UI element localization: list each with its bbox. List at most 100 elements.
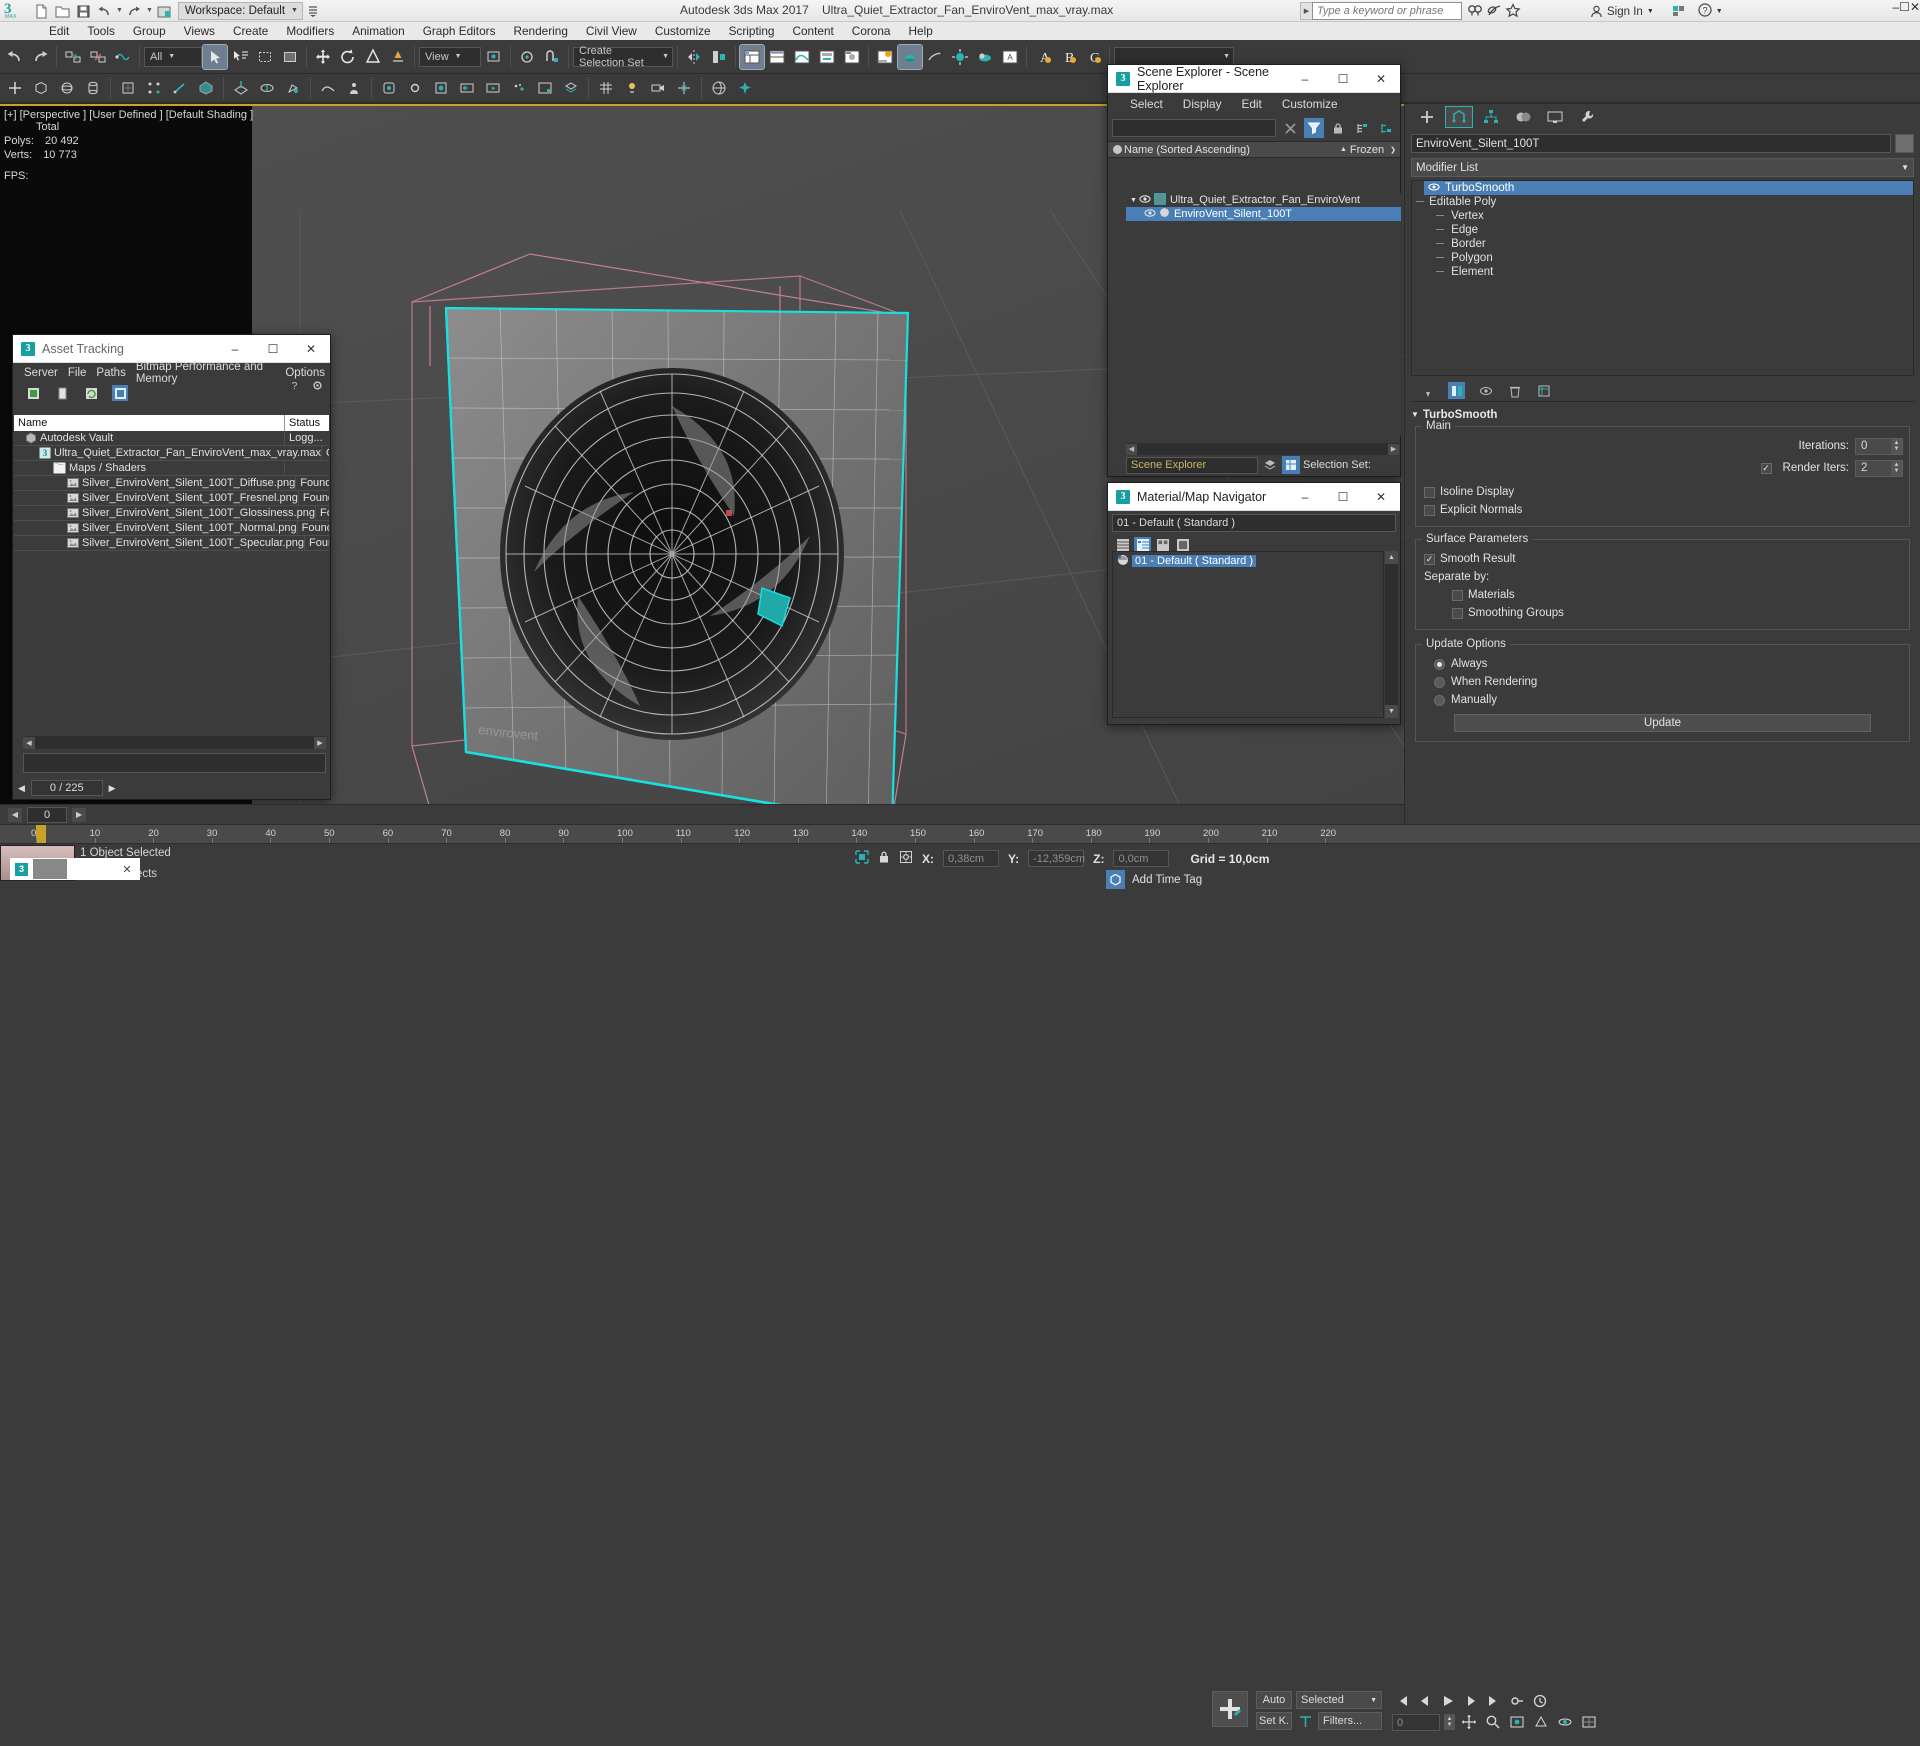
status-next-icon[interactable]: ▶ <box>109 783 116 794</box>
layers-tool-icon[interactable] <box>559 76 583 100</box>
tab-create[interactable] <box>1413 106 1441 128</box>
matnav-item[interactable]: 01 - Default ( Standard ) <box>1113 554 1383 568</box>
asset-tracking-path-field[interactable] <box>23 753 326 773</box>
import-icon[interactable] <box>455 76 479 100</box>
time-tag-icon[interactable] <box>1106 870 1125 889</box>
close-button[interactable]: ✕ <box>1910 0 1920 22</box>
update-button[interactable]: Update <box>1454 714 1871 732</box>
se-menu-edit[interactable]: Edit <box>1231 97 1271 111</box>
select-and-manipulate-icon[interactable] <box>515 45 539 69</box>
turbosmooth-rollout-title[interactable]: ▼ TurboSmooth <box>1411 407 1914 422</box>
playback-controls[interactable] <box>1392 1691 1550 1711</box>
scene-explorer-list[interactable]: ▼ Ultra_Quiet_Extractor_Fan_EnviroVent Env… <box>1126 192 1401 436</box>
asset-tracking-close[interactable]: ✕ <box>292 335 330 363</box>
environment-icon[interactable] <box>707 76 731 100</box>
content-browser-icon[interactable] <box>840 45 864 69</box>
polygon-subobject-icon[interactable] <box>194 76 218 100</box>
create-mode-icon[interactable] <box>3 76 27 100</box>
object-name-row[interactable]: EnviroVent_Silent_100T <box>1411 134 1914 153</box>
search-expand-icon[interactable]: ▶ <box>1300 2 1312 20</box>
add-time-tag-label[interactable]: Add Time Tag <box>1132 874 1202 886</box>
layer-list-icon[interactable] <box>1261 456 1279 474</box>
field-of-view-icon[interactable] <box>1531 1712 1551 1732</box>
selection-lock-icon[interactable] <box>878 850 890 867</box>
transform-type-in[interactable]: X: 0,38cm Y: -12,359cm Z: 0,0cm Grid = 1… <box>855 850 1269 867</box>
time-configuration-icon[interactable] <box>1530 1691 1550 1711</box>
selection-set-icon[interactable] <box>1282 456 1300 474</box>
set-project-folder-icon[interactable] <box>155 2 174 20</box>
animation-controls[interactable]: Auto Selected ▼ Set K. Filters... 0 ▲ ▼ <box>1200 1688 1920 1746</box>
menu-item-scripting[interactable]: Scripting <box>720 22 784 40</box>
favorites-star-icon[interactable] <box>1505 3 1521 19</box>
tab-modify[interactable] <box>1445 106 1473 128</box>
materials-row[interactable]: Materials <box>1422 586 1903 604</box>
scroll-left-icon[interactable]: ◀ <box>23 736 35 749</box>
text-tool-c-icon[interactable]: C <box>1081 45 1105 69</box>
expand-all-icon[interactable] <box>1352 118 1372 138</box>
show-end-result-icon[interactable] <box>1448 382 1465 399</box>
window-controls[interactable]: – ☐ ✕ <box>1892 0 1920 22</box>
helper-create-icon[interactable] <box>672 76 696 100</box>
tab-hierarchy[interactable] <box>1477 106 1505 128</box>
add-time-tag-area[interactable]: Add Time Tag <box>1106 870 1202 889</box>
asset-tracking-toolbar[interactable] <box>13 383 330 403</box>
filters-button[interactable]: Filters... <box>1318 1712 1382 1730</box>
asset-row[interactable]: Silver_EnviroVent_Silent_100T_Diffuse.pn… <box>14 476 329 491</box>
scroll-right-icon[interactable]: ▶ <box>314 736 326 749</box>
menu-item-civil-view[interactable]: Civil View <box>577 22 646 40</box>
undo-icon[interactable] <box>95 2 114 20</box>
modifier-stack-item[interactable]: ─ Element <box>1412 265 1913 279</box>
asset-row[interactable]: Silver_EnviroVent_Silent_100T_Fresnel.pn… <box>14 491 329 506</box>
matnav-titlebar[interactable]: 3 Material/Map Navigator – ☐ ✕ <box>1108 483 1400 511</box>
menu-item-views[interactable]: Views <box>175 22 224 40</box>
viewport-config-icon[interactable] <box>533 76 557 100</box>
smoothing-groups-row[interactable]: Smoothing Groups <box>1422 604 1903 622</box>
modifier-stack-item[interactable]: TurboSmooth <box>1424 181 1913 195</box>
chevron-right-icon[interactable]: ❯ <box>1390 146 1396 154</box>
update-when-rendering-radio[interactable] <box>1434 676 1445 688</box>
render-iters-row[interactable]: ✓ Render Iters: 2 ▲ ▼ <box>1422 459 1903 477</box>
spinner-arrows-icon[interactable]: ▲ ▼ <box>1444 1714 1455 1730</box>
at-menu-server[interactable]: Server <box>19 367 63 379</box>
scroll-right-icon[interactable]: ▶ <box>1388 443 1399 455</box>
previous-frame-icon[interactable] <box>1415 1691 1435 1711</box>
time-slider-handle[interactable] <box>36 825 46 843</box>
text-tool-a-icon[interactable]: A <box>1031 45 1055 69</box>
menu-item-edit[interactable]: Edit <box>40 22 78 40</box>
remove-modifier-icon[interactable] <box>1506 382 1523 399</box>
asset-tracking-right-tools[interactable]: ? <box>288 379 324 395</box>
object-name-field[interactable]: EnviroVent_Silent_100T <box>1411 134 1891 153</box>
key-number-field[interactable]: 0 <box>1392 1713 1440 1731</box>
secondary-toolbar[interactable] <box>0 74 1920 104</box>
help-icon[interactable]: ? <box>1698 3 1712 20</box>
asset-name-column[interactable]: Name <box>14 415 285 431</box>
show-dependencies-icon[interactable] <box>112 385 128 401</box>
maximize-button[interactable]: ☐ <box>1899 0 1910 22</box>
play-preview-icon[interactable] <box>481 76 505 100</box>
spinner-arrows-icon[interactable]: ▲ ▼ <box>1891 460 1902 476</box>
isoline-display-checkbox[interactable] <box>1424 486 1435 498</box>
tab-motion[interactable] <box>1509 106 1537 128</box>
render-iters-spinner[interactable]: 2 ▲ ▼ <box>1855 459 1903 477</box>
scroll-down-icon[interactable]: ▼ <box>1385 705 1398 718</box>
object-paint-icon[interactable] <box>377 76 401 100</box>
x-coord-field[interactable]: 0,38cm <box>943 850 999 867</box>
menu-item-tools[interactable]: Tools <box>78 22 124 40</box>
explicit-normals-row[interactable]: Explicit Normals <box>1422 501 1903 519</box>
edge-subobject-icon[interactable] <box>168 76 192 100</box>
help-search-icon[interactable] <box>1467 3 1483 19</box>
window-crossing-icon[interactable] <box>278 45 302 69</box>
scroll-left-icon[interactable]: ◀ <box>1126 443 1137 455</box>
set-key-button[interactable]: Set K. <box>1256 1712 1292 1730</box>
sign-in-button[interactable]: Sign In ▼ ? ▼ <box>1590 3 1723 20</box>
exchange-app-icon[interactable] <box>1672 4 1686 20</box>
select-by-name-icon[interactable] <box>228 45 252 69</box>
save-icon[interactable] <box>74 2 93 20</box>
reference-coordinate-system-combo[interactable]: View ▼ <box>419 46 481 67</box>
expand-arrow-icon[interactable]: ▼ <box>1130 197 1137 204</box>
search-input[interactable] <box>1312 2 1462 20</box>
modifier-stack-item[interactable]: ─ Border <box>1412 237 1913 251</box>
matnav-tree[interactable]: 01 - Default ( Standard ) <box>1112 551 1384 718</box>
swift-loop-icon[interactable] <box>255 76 279 100</box>
collapse-all-icon[interactable] <box>1376 118 1396 138</box>
